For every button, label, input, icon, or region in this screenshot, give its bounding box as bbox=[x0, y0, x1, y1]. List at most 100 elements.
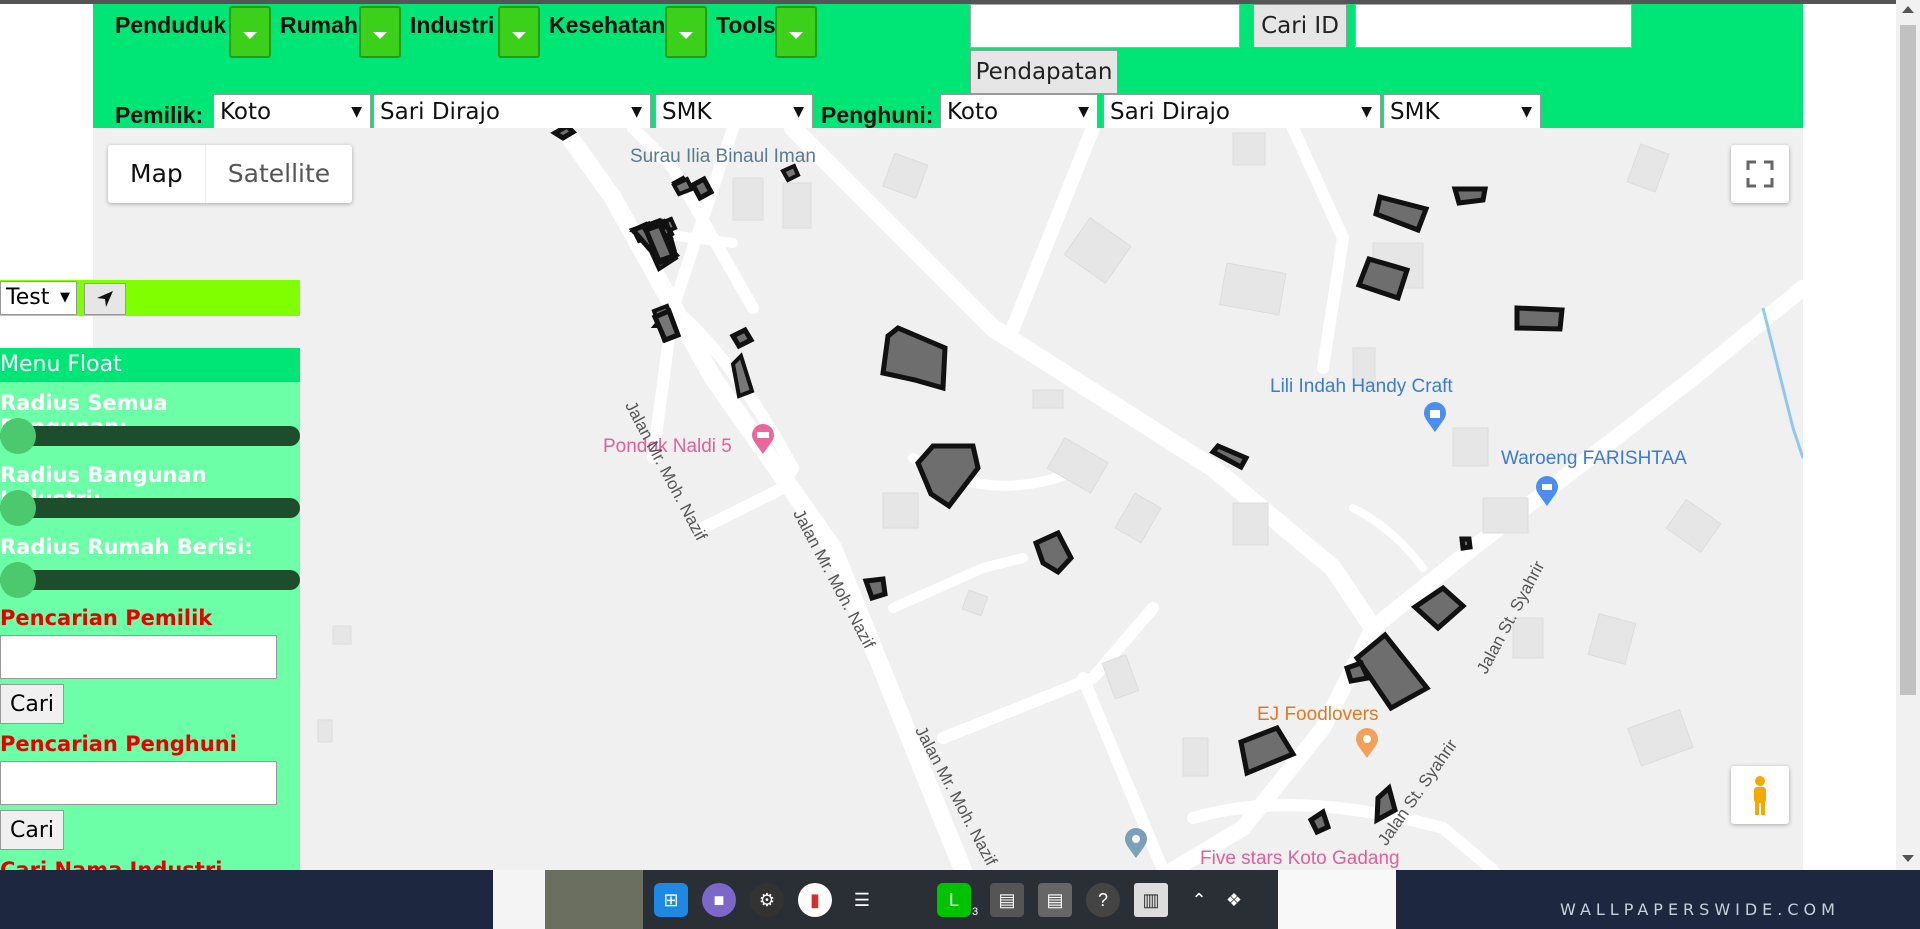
page-scrollbar[interactable] bbox=[1896, 0, 1920, 870]
select-value: Koto bbox=[947, 99, 999, 125]
caret-down-icon bbox=[789, 31, 803, 39]
poi-surau[interactable]: Surau Ilia Binaul Iman bbox=[630, 146, 816, 168]
slider-label-rumah: Radius Rumah Berisi: bbox=[0, 535, 253, 559]
building-footprint bbox=[862, 576, 888, 602]
penghuni-search-input[interactable] bbox=[0, 761, 277, 805]
building-outline bbox=[1232, 132, 1266, 166]
slider-knob[interactable] bbox=[0, 418, 36, 454]
building-outline bbox=[882, 152, 929, 199]
pemilik-select-2[interactable]: Sari Dirajo ▼ bbox=[373, 94, 651, 130]
select-arrow-icon: ▼ bbox=[60, 290, 70, 305]
test-select[interactable]: Test ▼ bbox=[0, 281, 77, 315]
building-outline bbox=[332, 625, 352, 645]
pendapatan-button[interactable]: Pendapatan bbox=[970, 50, 1118, 94]
building-outline bbox=[1626, 143, 1670, 193]
building-footprint bbox=[1032, 529, 1075, 576]
place-pin-icon[interactable] bbox=[1123, 828, 1149, 860]
menu-label-kesehatan: Kesehatan bbox=[549, 12, 666, 38]
caret-down-icon bbox=[679, 31, 693, 39]
trash-icon[interactable]: ▮ bbox=[798, 883, 832, 917]
building-footprint bbox=[1343, 659, 1372, 684]
pemilik-search-input[interactable] bbox=[0, 635, 277, 679]
dropbox-icon[interactable]: ❖ bbox=[1217, 883, 1251, 917]
restaurant-pin-icon[interactable] bbox=[1354, 728, 1380, 760]
select-arrow-icon: ▼ bbox=[1078, 104, 1089, 120]
building-outline bbox=[1101, 654, 1140, 700]
hotel-pin-icon[interactable] bbox=[750, 424, 776, 454]
steam-icon[interactable]: ⚙ bbox=[750, 883, 784, 917]
kesehatan-dropdown-button[interactable] bbox=[665, 6, 707, 58]
building-outline bbox=[732, 177, 764, 221]
pencarian-penghuni-label: Pencarian Penghuni bbox=[0, 732, 237, 756]
app-window-icon[interactable]: ▤ bbox=[990, 883, 1024, 917]
select-value: SMK bbox=[1390, 99, 1440, 125]
pencarian-pemilik-label: Pencarian Pemilik bbox=[0, 606, 213, 630]
building-outline bbox=[1232, 502, 1269, 546]
map-type-map-button[interactable]: Map bbox=[108, 145, 205, 203]
building-footprint bbox=[1307, 808, 1332, 836]
poi-lili-indah[interactable]: Lili Indah Handy Craft bbox=[1270, 376, 1453, 398]
slider-knob[interactable] bbox=[0, 490, 36, 526]
radius-rumah-slider[interactable] bbox=[0, 562, 300, 598]
poi-five-stars[interactable]: Five stars Koto Gadang bbox=[1200, 848, 1400, 870]
cari-penghuni-button[interactable]: Cari bbox=[0, 810, 64, 850]
pemilik-select-1[interactable]: Koto ▼ bbox=[213, 94, 371, 130]
top-control-panel: Penduduk Rumah Industri Kesehatan Tools … bbox=[93, 4, 1803, 130]
building-footprint bbox=[689, 175, 715, 202]
taskbar-icons-area: ⊞ ■ ⚙ ▮ ☰ L 3 ▤ ▤ ? ▥ ⌃ ❖ bbox=[545, 870, 1278, 929]
poi-waroeng[interactable]: Waroeng FARISHTAA bbox=[1501, 448, 1687, 470]
building-outline bbox=[1452, 427, 1489, 467]
chevron-up-icon[interactable]: ⌃ bbox=[1182, 883, 1216, 917]
id-result-input[interactable] bbox=[1355, 4, 1632, 48]
comment-icon[interactable]: ☰ bbox=[845, 883, 879, 917]
poi-ej-foodlovers[interactable]: EJ Foodlovers bbox=[1257, 704, 1378, 726]
id-search-input[interactable] bbox=[970, 4, 1240, 48]
industri-dropdown-button[interactable] bbox=[498, 6, 540, 58]
pemilik-select-3[interactable]: SMK ▼ bbox=[655, 94, 813, 130]
cart-pin-icon[interactable] bbox=[1534, 476, 1560, 508]
fullscreen-button[interactable] bbox=[1731, 145, 1789, 203]
scrollbar-thumb[interactable] bbox=[1900, 25, 1916, 695]
slider-knob[interactable] bbox=[0, 562, 36, 598]
cari-nama-industri-label: Cari Nama Industri bbox=[0, 858, 223, 870]
caret-down-icon bbox=[512, 31, 526, 39]
rumah-dropdown-button[interactable] bbox=[359, 6, 401, 58]
app-window-icon-2[interactable]: ▤ bbox=[1038, 883, 1072, 917]
road-north-branch bbox=[1287, 128, 1350, 374]
penghuni-label: Penghuni: bbox=[821, 102, 934, 128]
scroll-up-icon[interactable] bbox=[1902, 6, 1914, 13]
file-explorer-icon[interactable]: ■ bbox=[702, 883, 736, 917]
select-arrow-icon: ▼ bbox=[631, 104, 642, 120]
penghuni-select-2[interactable]: Sari Dirajo ▼ bbox=[1103, 94, 1381, 130]
locate-button[interactable] bbox=[84, 283, 126, 315]
penghuni-select-3[interactable]: SMK ▼ bbox=[1383, 94, 1541, 130]
building-outline bbox=[317, 719, 333, 743]
app-window-icon-3[interactable]: ▥ bbox=[1134, 883, 1168, 917]
cari-id-button[interactable]: Cari ID bbox=[1253, 4, 1347, 48]
radius-semua-slider[interactable] bbox=[0, 418, 300, 454]
line-app-icon[interactable]: L bbox=[937, 883, 971, 917]
street-view-pegman-button[interactable] bbox=[1731, 766, 1789, 824]
shopping-pin-icon[interactable] bbox=[1422, 402, 1448, 434]
building-outline bbox=[1482, 497, 1529, 534]
scroll-down-icon[interactable] bbox=[1902, 855, 1914, 862]
building-marker bbox=[780, 163, 801, 183]
help-icon[interactable]: ? bbox=[1086, 883, 1120, 917]
select-arrow-icon: ▼ bbox=[1361, 104, 1372, 120]
tools-dropdown-button[interactable] bbox=[775, 6, 817, 58]
radius-industri-slider[interactable] bbox=[0, 490, 300, 526]
penduduk-dropdown-button[interactable] bbox=[229, 6, 271, 58]
penghuni-select-1[interactable]: Koto ▼ bbox=[940, 94, 1098, 130]
map-type-satellite-button[interactable]: Satellite bbox=[204, 145, 352, 203]
pegman-icon bbox=[1754, 776, 1766, 815]
select-value: Test bbox=[6, 285, 50, 310]
thumbnail-preview[interactable] bbox=[545, 870, 643, 929]
building-outline bbox=[882, 492, 919, 529]
building-footprint bbox=[550, 128, 578, 141]
building-outline bbox=[961, 589, 989, 617]
building-outline bbox=[1665, 498, 1722, 554]
windows-start-icon[interactable]: ⊞ bbox=[654, 883, 688, 917]
cari-pemilik-button[interactable]: Cari bbox=[0, 684, 64, 724]
google-map[interactable]: Map Satellite Surau Ilia Binaul Iman Pon… bbox=[93, 128, 1803, 870]
road-small bbox=[1349, 504, 1427, 572]
